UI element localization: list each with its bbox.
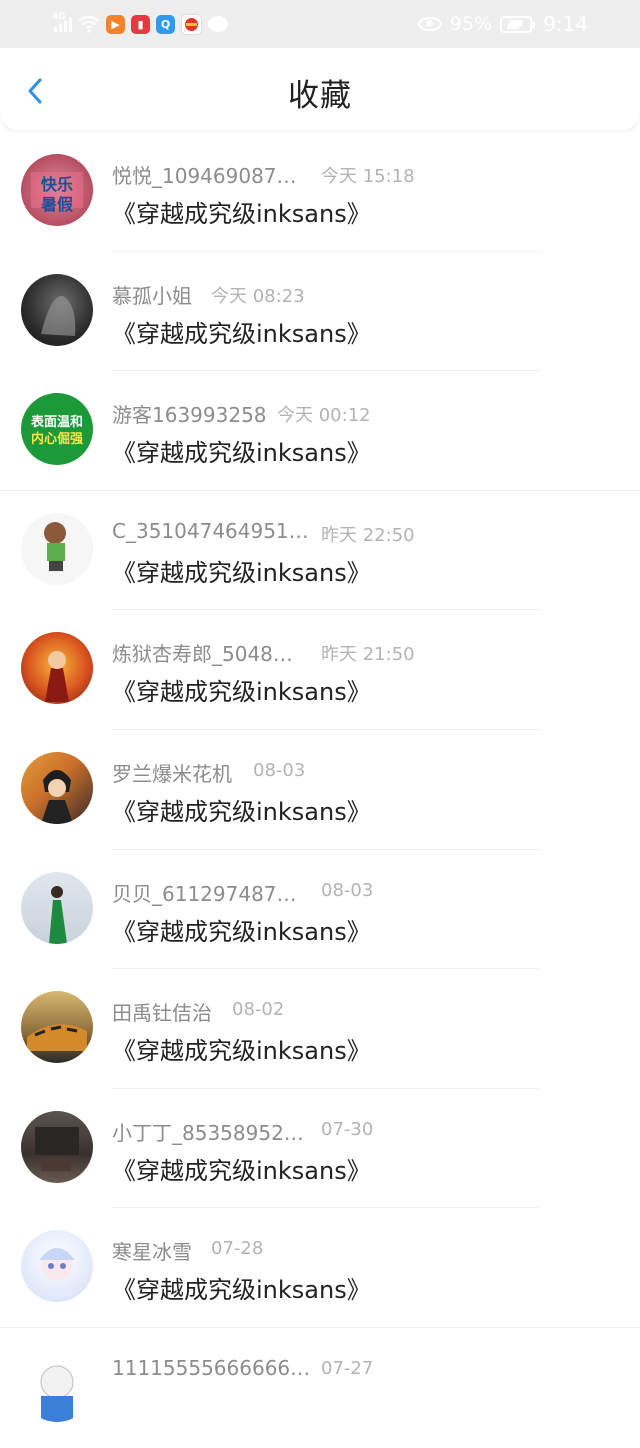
book-title[interactable]: 《穿越成究级inksans》 <box>112 553 371 588</box>
list-item[interactable]: C_351047464951… 昨天 22:50 《穿越成究级inksans》 <box>0 491 640 611</box>
list-item[interactable]: 快乐 暑假 悦悦_109469087… 今天 15:18 《穿越成究级inksa… <box>0 132 640 252</box>
svg-text:内心倔强: 内心倔强 <box>31 431 83 447</box>
avatar[interactable] <box>21 632 93 705</box>
book-app-icon: ▮ <box>131 14 150 34</box>
book-title[interactable]: 《穿越成究级inksans》 <box>112 1270 371 1305</box>
timestamp: 昨天 22:50 <box>321 524 415 546</box>
timestamp: 昨天 21:50 <box>321 644 415 666</box>
status-right-icons: 95% <box>417 12 535 36</box>
network-type: 4G <box>52 12 66 22</box>
username[interactable]: 小丁丁_85358952… <box>112 1117 304 1146</box>
book-title[interactable]: 《穿越成究级inksans》 <box>112 792 371 827</box>
list-item[interactable]: 田禹钍佶治 08-02 《穿越成究级inksans》 <box>0 969 640 1089</box>
timestamp: 08-03 <box>253 759 306 781</box>
battery-percent: 95% <box>449 13 492 35</box>
avatar[interactable] <box>21 1230 93 1303</box>
username[interactable]: C_351047464951… <box>112 519 309 543</box>
avatar[interactable] <box>21 512 93 585</box>
browser-app-icon: Q <box>156 14 175 34</box>
username[interactable]: 11115555666666… <box>112 1356 310 1380</box>
avatar[interactable] <box>21 871 93 944</box>
battery-icon <box>500 15 535 33</box>
reader-app-icon <box>181 13 202 35</box>
svg-text:暑假: 暑假 <box>40 195 74 214</box>
signal-icon: 4G <box>52 12 72 32</box>
status-left-icons: 4G ▶ ▮ Q <box>52 12 228 36</box>
svg-text:快乐: 快乐 <box>41 175 73 194</box>
list-item[interactable]: 小丁丁_85358952… 07-30 《穿越成究级inksans》 <box>0 1089 640 1209</box>
timestamp: 07-30 <box>321 1118 374 1140</box>
list-item[interactable]: 11115555666666… 07-27 <box>0 1328 640 1448</box>
username[interactable]: 炼狱杏寿郎_5048… <box>112 638 293 667</box>
timestamp: 08-02 <box>232 999 285 1021</box>
username[interactable]: 游客163993258 <box>112 399 267 428</box>
timestamp: 07-27 <box>321 1357 374 1379</box>
status-time: 9:14 <box>543 12 588 36</box>
eye-comfort-icon <box>417 17 442 31</box>
avatar[interactable] <box>21 751 93 824</box>
book-title[interactable]: 《穿越成究级inksans》 <box>112 672 371 707</box>
book-title[interactable]: 《穿越成究级inksans》 <box>112 314 371 349</box>
list-item[interactable]: 慕孤小姐 今天 08:23 《穿越成究级inksans》 <box>0 252 640 372</box>
book-title[interactable]: 《穿越成究级inksans》 <box>112 912 371 947</box>
avatar[interactable] <box>21 991 93 1064</box>
status-bar: 4G ▶ ▮ Q 95% 9:14 <box>0 0 640 48</box>
list-item[interactable]: 罗兰爆米花机 08-03 《穿越成究级inksans》 <box>0 730 640 850</box>
timestamp: 今天 00:12 <box>277 405 371 427</box>
timestamp: 07-28 <box>211 1238 264 1260</box>
book-title[interactable]: 《穿越成究级inksans》 <box>112 433 371 468</box>
avatar[interactable]: 快乐 暑假 <box>21 154 93 226</box>
username[interactable]: 贝贝_611297487… <box>112 878 297 907</box>
avatar[interactable] <box>21 273 93 346</box>
username[interactable]: 罗兰爆米花机 <box>112 758 232 787</box>
list-item[interactable]: 寒星冰雪 07-28 《穿越成究级inksans》 <box>0 1208 640 1328</box>
avatar[interactable] <box>21 1110 93 1183</box>
username[interactable]: 田禹钍佶治 <box>112 997 212 1026</box>
username[interactable]: 寒星冰雪 <box>112 1236 192 1265</box>
svg-text:表面温和: 表面温和 <box>30 414 83 430</box>
timestamp: 今天 15:18 <box>321 166 415 187</box>
avatar[interactable] <box>21 1349 93 1422</box>
timestamp: 08-03 <box>321 879 374 901</box>
top-bar: 收藏 <box>0 48 640 130</box>
book-title[interactable]: 《穿越成究级inksans》 <box>112 1031 371 1066</box>
list-item[interactable]: 贝贝_611297487… 08-03 《穿越成究级inksans》 <box>0 850 640 970</box>
avatar[interactable]: 表面温和 内心倔强 <box>21 393 93 466</box>
username[interactable]: 慕孤小姐 <box>112 280 192 309</box>
chat-icon <box>208 16 228 32</box>
username[interactable]: 悦悦_109469087… <box>112 160 297 189</box>
wifi-icon <box>78 15 100 33</box>
book-title[interactable]: 《穿越成究级inksans》 <box>112 1151 371 1186</box>
list-item[interactable]: 表面温和 内心倔强 游客163993258 今天 00:12 《穿越成究级ink… <box>0 371 640 491</box>
list-item[interactable]: 炼狱杏寿郎_5048… 昨天 21:50 《穿越成究级inksans》 <box>0 610 640 730</box>
page-title: 收藏 <box>288 78 352 114</box>
video-app-icon: ▶ <box>106 14 125 34</box>
timestamp: 今天 08:23 <box>211 285 305 307</box>
favorites-list: 快乐 暑假 悦悦_109469087… 今天 15:18 《穿越成究级inksa… <box>0 132 640 1448</box>
book-title[interactable]: 《穿越成究级inksans》 <box>112 194 371 229</box>
